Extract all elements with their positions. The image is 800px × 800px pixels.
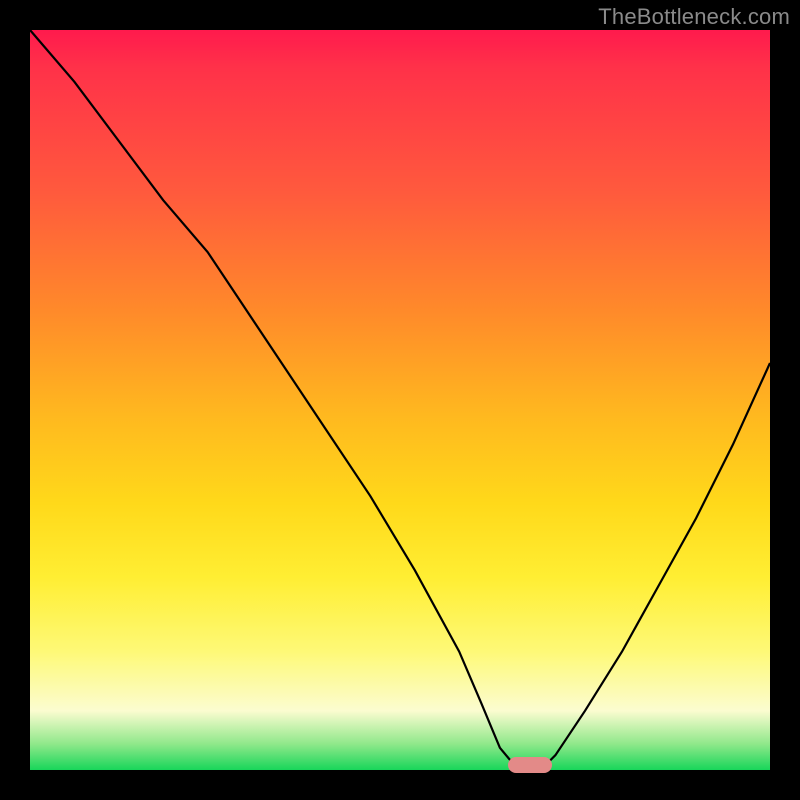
curve-layer xyxy=(30,30,770,770)
bottleneck-curve-path xyxy=(30,30,770,770)
chart-frame: TheBottleneck.com xyxy=(0,0,800,800)
watermark-text: TheBottleneck.com xyxy=(598,4,790,30)
optimal-marker xyxy=(508,757,552,773)
plot-area xyxy=(30,30,770,770)
